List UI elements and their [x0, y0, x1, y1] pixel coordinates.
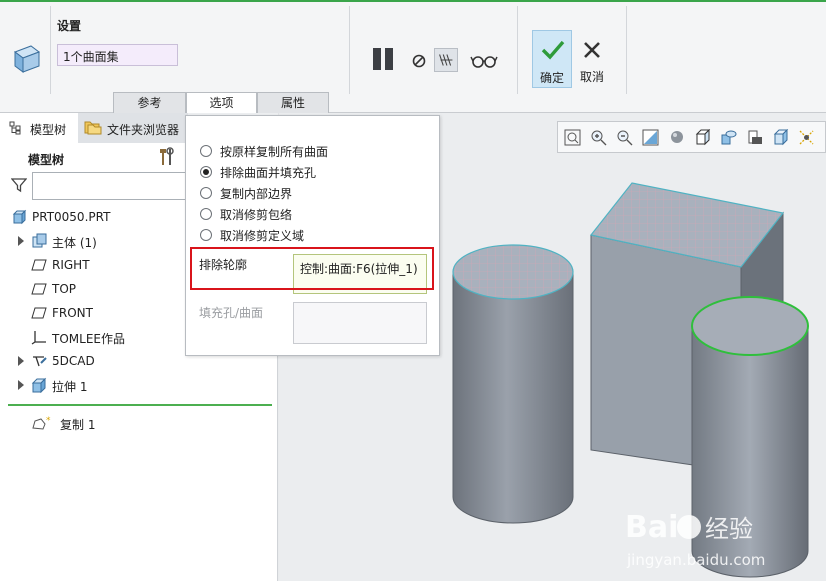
svg-text:经验: 经验	[705, 515, 753, 543]
expand-arrow-icon[interactable]	[17, 235, 25, 247]
tab-folder-browser-label: 文件夹浏览器	[107, 123, 180, 137]
tree-item-label: TOP	[52, 282, 77, 296]
glasses-preview-icon[interactable]	[470, 48, 498, 72]
radio-button[interactable]	[200, 229, 212, 241]
spin-center-icon[interactable]	[772, 129, 789, 146]
radio-button[interactable]	[200, 145, 212, 157]
tree-item-label: 主体 (1)	[52, 236, 97, 250]
fill-holes-collector[interactable]	[293, 302, 427, 344]
view-toolbar	[557, 121, 826, 153]
options-panel: 按原样复制所有曲面 排除曲面并填充孔 复制内部边界 取消修剪包络 取消修剪定义域…	[185, 115, 440, 356]
radio-button-selected[interactable]	[200, 166, 212, 178]
option-untrim-envelope[interactable]: 取消修剪包络	[200, 206, 435, 224]
folder-browser-icon	[84, 121, 102, 135]
copy-feature-icon: *	[32, 416, 51, 430]
tree-item-label: RIGHT	[52, 258, 90, 272]
ribbon-separator	[517, 6, 518, 94]
baidu-watermark-logo: Bai 经验 jingyan.baidu.com	[625, 510, 765, 569]
tree-item-label: FRONT	[52, 306, 93, 320]
model-tree-icon	[9, 121, 21, 135]
tab-folder-browser[interactable]: 文件夹浏览器	[78, 113, 188, 143]
option-copy-all-surfaces[interactable]: 按原样复制所有曲面	[200, 143, 435, 161]
pause-icon-bar-left	[373, 48, 381, 70]
option-label: 取消修剪定义域	[220, 229, 305, 243]
datum-plane-icon	[31, 283, 47, 295]
tab-properties[interactable]: 属性	[257, 92, 329, 115]
display-style-icon[interactable]	[668, 129, 685, 146]
tab-model-tree-label: 模型树	[30, 123, 67, 137]
ribbon-separator	[50, 6, 51, 94]
radio-button[interactable]	[200, 208, 212, 220]
settings-group-title: 设置	[57, 19, 82, 33]
repaint-icon[interactable]	[642, 129, 659, 146]
perspective-icon[interactable]	[746, 129, 763, 146]
zoom-out-icon[interactable]	[616, 129, 633, 146]
cancel-button[interactable]: 取消	[573, 30, 611, 88]
expand-arrow-icon[interactable]	[17, 355, 25, 367]
option-copy-inner-boundary[interactable]: 复制内部边界	[200, 185, 435, 203]
option-exclude-and-fill[interactable]: 排除曲面并填充孔	[200, 164, 435, 182]
coordinate-system-icon	[31, 331, 46, 345]
option-label: 复制内部边界	[220, 187, 293, 201]
saved-orientations-icon[interactable]	[694, 129, 711, 146]
tree-item-extrude[interactable]: 拉伸 1	[0, 376, 278, 396]
svg-text:Bai: Bai	[625, 510, 678, 545]
red-highlight-annotation	[190, 247, 434, 290]
body-icon	[32, 233, 47, 248]
svg-text:*: *	[46, 416, 51, 426]
tree-filter-input[interactable]	[32, 172, 192, 200]
tree-item-label: 5DCAD	[52, 354, 95, 368]
tab-references[interactable]: 参考	[113, 92, 186, 115]
option-label: 按原样复制所有曲面	[220, 145, 329, 159]
tab-model-tree[interactable]: 模型树	[0, 113, 78, 143]
zoom-in-icon[interactable]	[590, 129, 607, 146]
datum-plane-icon	[31, 259, 47, 271]
tree-settings-icon[interactable]	[158, 147, 176, 167]
tree-item-label: 复制 1	[60, 418, 96, 432]
checkmark-icon	[541, 40, 565, 60]
tree-item-label: 拉伸 1	[52, 380, 88, 394]
copy-surface-feature-icon	[13, 45, 41, 73]
fill-holes-label: 填充孔/曲面	[199, 306, 264, 320]
pause-icon-bar-right	[385, 48, 393, 70]
radio-button[interactable]	[200, 187, 212, 199]
svg-text:jingyan.baidu.com: jingyan.baidu.com	[626, 551, 765, 569]
verify-mode-icon[interactable]	[434, 48, 458, 72]
model-tree-header: 模型树	[28, 153, 65, 167]
filter-icon	[11, 178, 27, 193]
surface-set-collector[interactable]: 1个曲面集	[57, 44, 178, 66]
tree-item-label: PRT0050.PRT	[32, 210, 111, 224]
extrude-icon	[31, 377, 47, 393]
cancel-button-label: 取消	[579, 70, 604, 84]
option-label: 取消修剪包络	[220, 208, 293, 222]
no-preview-icon[interactable]	[408, 48, 432, 72]
pause-button[interactable]	[371, 46, 397, 72]
ribbon: 设置 1个曲面集 确定 取消 参考 选项 属性	[0, 0, 826, 117]
x-cancel-icon	[584, 42, 600, 58]
expand-arrow-icon[interactable]	[17, 379, 25, 391]
datum-plane-icon	[31, 307, 47, 319]
option-label: 排除曲面并填充孔	[220, 166, 317, 180]
refit-icon[interactable]	[564, 129, 581, 146]
ribbon-separator	[626, 6, 627, 94]
insert-indicator[interactable]	[8, 404, 272, 406]
view-manager-icon[interactable]	[720, 129, 737, 146]
ok-button-label: 确定	[539, 71, 564, 85]
ribbon-separator	[349, 6, 350, 94]
tree-item-label: TOMLEE作品	[52, 332, 125, 346]
part-icon	[12, 209, 27, 225]
ok-button[interactable]: 确定	[532, 30, 572, 88]
option-untrim-domain[interactable]: 取消修剪定义域	[200, 227, 435, 245]
tree-item-copy[interactable]: * 复制 1	[0, 414, 278, 434]
sketch-icon	[33, 356, 47, 367]
datum-display-icon[interactable]	[798, 129, 815, 146]
